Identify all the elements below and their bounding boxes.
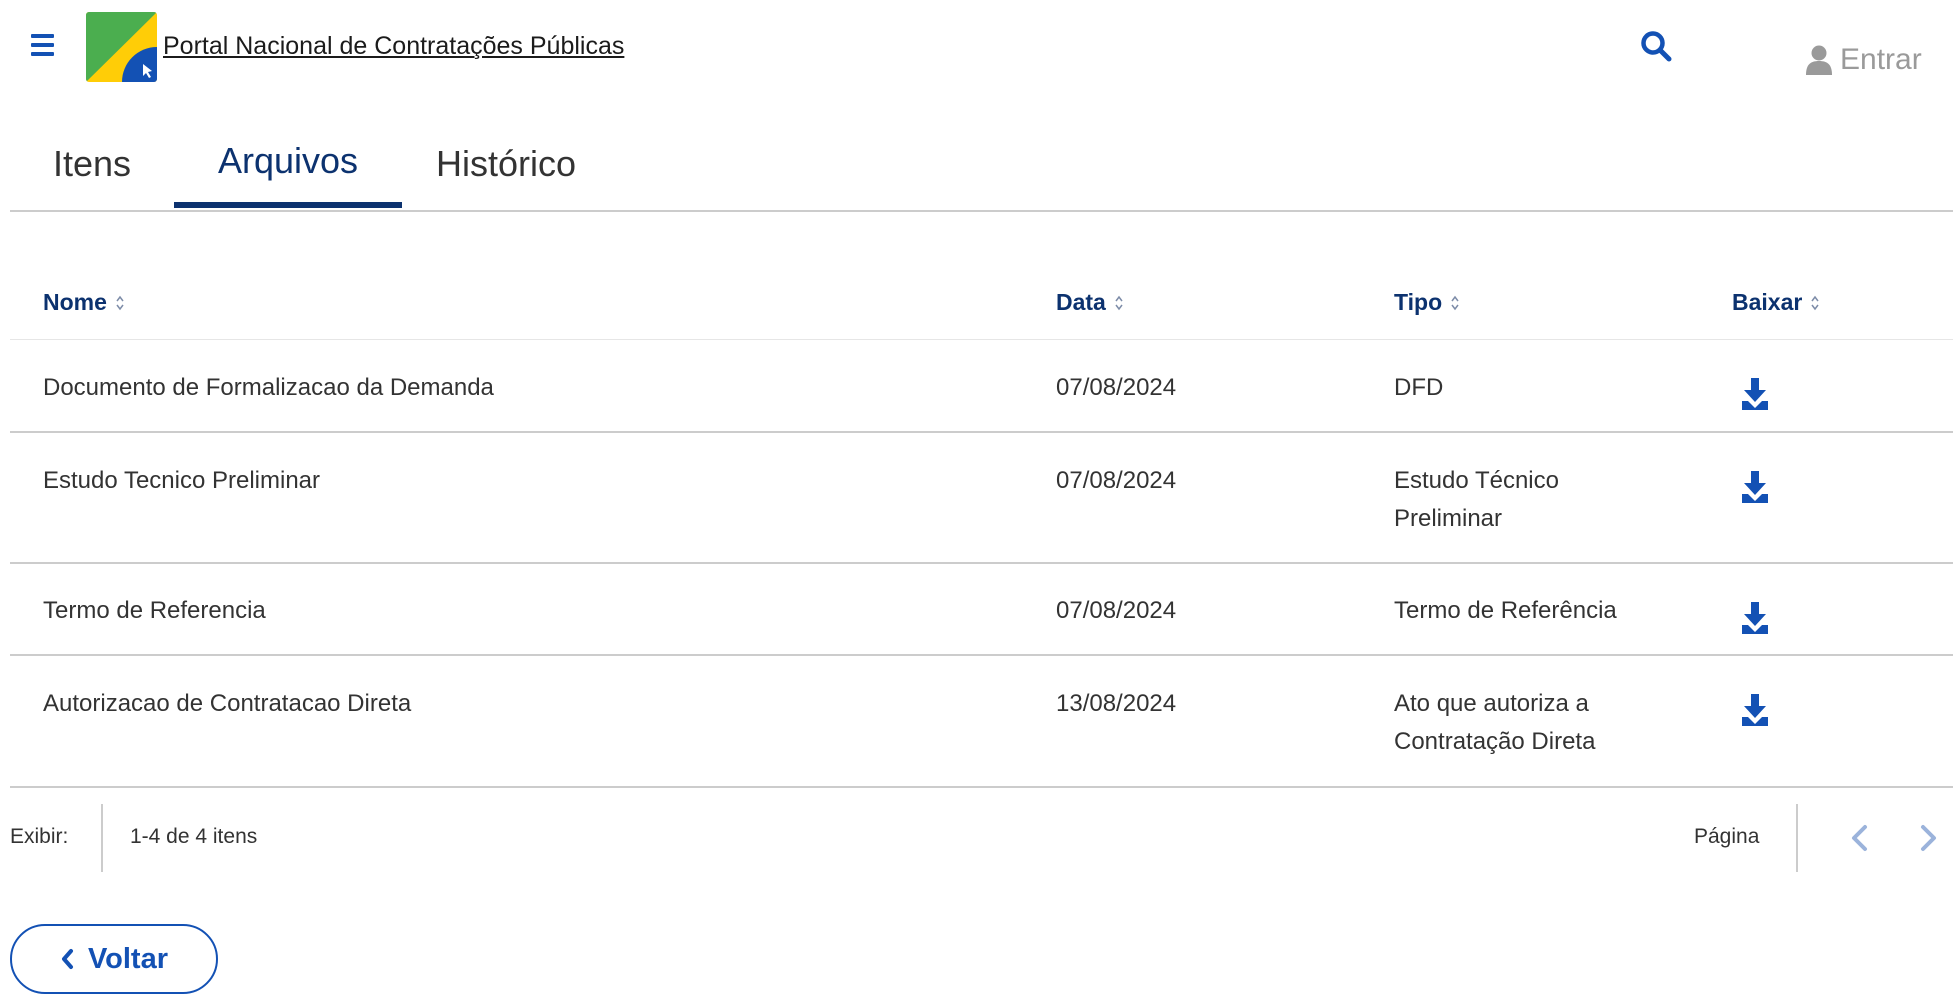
back-button-label: Voltar	[87, 942, 169, 975]
chevron-left-icon[interactable]	[1846, 818, 1874, 858]
row-2-data: 07/08/2024	[1056, 467, 1177, 494]
download-icon[interactable]	[1740, 693, 1770, 727]
row-4-tipo: Ato que autoriza a Contratação Direta	[1394, 690, 1596, 755]
row-3-nome: Termo de Referencia	[43, 597, 266, 624]
sort-icon	[116, 295, 124, 310]
row-3-data: 07/08/2024	[1056, 597, 1177, 624]
portal-title-link[interactable]: Portal Nacional de Contratações Públicas	[163, 32, 624, 61]
download-icon[interactable]	[1740, 470, 1770, 504]
row-divider	[10, 654, 1953, 656]
download-icon[interactable]	[1740, 377, 1770, 411]
column-header-label: Baixar	[1732, 289, 1803, 315]
row-divider	[10, 562, 1953, 564]
items-range-text: 1-4 de 4 itens	[130, 825, 258, 848]
tab-arquivos[interactable]: Arquivos	[174, 120, 402, 208]
login-button[interactable]: Entrar	[1806, 40, 1922, 80]
row-3-tipo: Termo de Referência	[1394, 597, 1617, 624]
row-4-nome: Autorizacao de Contratacao Direta	[43, 690, 412, 717]
row-1-tipo: DFD	[1394, 374, 1444, 401]
table-header-divider	[10, 339, 1953, 340]
sort-icon	[1811, 295, 1819, 310]
column-header-label: Data	[1056, 289, 1106, 315]
hamburger-menu-icon[interactable]	[28, 30, 58, 60]
tab-bar: Itens Arquivos Histórico	[10, 120, 1953, 212]
pagination-divider	[1796, 804, 1798, 872]
row-4-data: 13/08/2024	[1056, 690, 1177, 717]
column-header-label: Tipo	[1394, 289, 1443, 315]
row-2-nome: Estudo Tecnico Preliminar	[43, 467, 321, 494]
column-header-nome[interactable]: Nome	[43, 289, 125, 316]
login-label: Entrar	[1840, 43, 1922, 76]
pagination-divider	[101, 804, 103, 872]
search-icon[interactable]	[1640, 30, 1674, 64]
tab-itens[interactable]: Itens	[10, 120, 174, 208]
chevron-left-icon	[61, 949, 73, 969]
column-header-tipo[interactable]: Tipo	[1394, 289, 1460, 316]
row-1-data: 07/08/2024	[1056, 374, 1177, 401]
column-header-label: Nome	[43, 289, 107, 315]
download-icon[interactable]	[1740, 601, 1770, 635]
row-1-nome: Documento de Formalizacao da Demanda	[43, 374, 494, 401]
sort-icon	[1451, 295, 1459, 310]
page-label: Página	[1694, 825, 1760, 848]
portal-logo	[86, 12, 157, 82]
sort-icon	[1115, 295, 1123, 310]
chevron-right-icon[interactable]	[1914, 818, 1942, 858]
row-divider	[10, 431, 1953, 433]
column-header-data[interactable]: Data	[1056, 289, 1124, 316]
column-header-baixar[interactable]: Baixar	[1732, 289, 1820, 316]
row-divider	[10, 786, 1953, 788]
row-2-tipo: Estudo Técnico Preliminar	[1394, 467, 1559, 532]
tab-historico[interactable]: Histórico	[402, 120, 610, 208]
back-button[interactable]: Voltar	[10, 924, 218, 994]
user-icon	[1806, 45, 1832, 75]
items-per-page-label: Exibir:	[10, 825, 69, 848]
